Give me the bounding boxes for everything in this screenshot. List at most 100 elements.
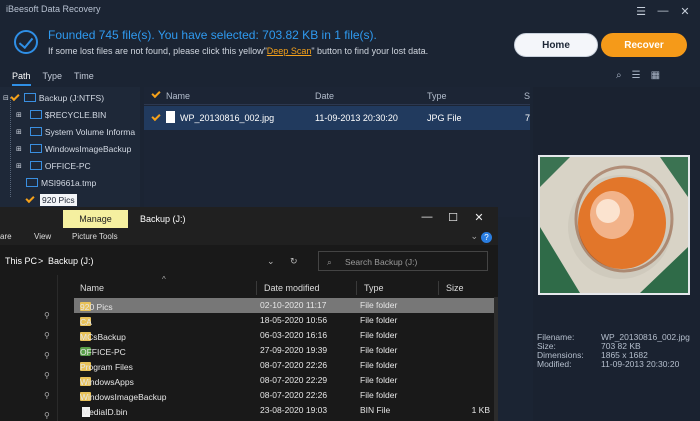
row-size: 1 KB: [471, 405, 490, 415]
search-placeholder: Search Backup (J:): [345, 257, 418, 267]
collapse-icon[interactable]: ⊟: [3, 94, 9, 102]
home-button[interactable]: Home: [514, 33, 598, 57]
select-all-checkbox-icon[interactable]: [151, 88, 161, 99]
column-divider[interactable]: [256, 281, 257, 295]
table-row[interactable]: OFFICE-PC 27-09-2020 19:39 File folder: [74, 343, 494, 358]
tree-item-msi-tmp[interactable]: MSI9661a.tmp: [26, 174, 96, 191]
recover-button[interactable]: Recover: [601, 33, 687, 57]
help-icon[interactable]: ?: [481, 232, 492, 243]
deep-scan-link[interactable]: Deep Scan: [267, 46, 312, 56]
pin-icon[interactable]: ⚲: [44, 411, 50, 420]
pin-icon[interactable]: ⚲: [44, 311, 50, 320]
tree-item-label: OFFICE-PC: [44, 160, 91, 171]
list-tools: ⌕ ☰ ▦: [616, 70, 660, 81]
row-type: File folder: [360, 390, 398, 400]
col-date-modified[interactable]: Date modified: [264, 283, 320, 293]
table-row[interactable]: WindowsImageBackup 08-07-2020 22:26 File…: [74, 388, 494, 403]
tree-item-recycle[interactable]: ⊞ $RECYCLE.BIN: [16, 106, 106, 123]
search-box[interactable]: ⌕ Search Backup (J:): [318, 251, 488, 271]
address-bar[interactable]: This PC > Backup (J:) ⌄ ↻: [0, 251, 310, 271]
row-type: File folder: [360, 315, 398, 325]
row-name: CA: [80, 317, 92, 327]
tree-item-windowsimagebackup[interactable]: ⊞ WindowsImageBackup: [16, 140, 131, 157]
col-type[interactable]: Type: [427, 91, 447, 101]
minimize-icon[interactable]: —: [414, 211, 440, 224]
table-row[interactable]: Program Files 08-07-2020 22:26 File fold…: [74, 358, 494, 373]
tree-item-label: Backup (J:NTFS): [38, 92, 105, 103]
recovered-file-list: Name Date Type S WP_20130816_002.jpg 11-…: [144, 87, 530, 217]
jpg-file-icon: [166, 111, 175, 123]
tree-item-label: System Volume Informa: [44, 126, 136, 137]
file-name: WP_20130816_002.jpg: [180, 113, 275, 123]
tab-time[interactable]: Time: [74, 68, 94, 86]
close-icon[interactable]: ✕: [466, 211, 492, 224]
menu-icon[interactable]: ☰: [630, 2, 652, 20]
crumb-this-pc[interactable]: This PC: [5, 256, 37, 266]
crumb-backup[interactable]: Backup (J:): [48, 256, 94, 266]
tree-item-920-pics[interactable]: 920 Pics: [25, 191, 77, 208]
tab-path[interactable]: Path: [12, 68, 31, 86]
col-name[interactable]: Name: [166, 91, 190, 101]
scrollbar[interactable]: [494, 297, 498, 421]
checkbox-checked-icon[interactable]: [151, 111, 161, 122]
row-name: 920 Pics: [80, 302, 113, 312]
table-row[interactable]: WindowsApps 08-07-2020 22:29 File folder: [74, 373, 494, 388]
table-row[interactable]: MediaID.bin 23-08-2020 19:03 BIN File 1 …: [74, 403, 494, 418]
row-name: MCsBackup: [80, 332, 126, 342]
row-date: 08-07-2020 22:26: [260, 390, 328, 400]
crumb-sep: >: [38, 256, 44, 266]
expand-icon[interactable]: ⊞: [16, 111, 22, 119]
list-view-icon[interactable]: ☰: [632, 70, 641, 81]
file-date: 11-09-2013 20:30:20: [315, 113, 398, 123]
row-type: File folder: [360, 345, 398, 355]
col-type[interactable]: Type: [364, 283, 384, 293]
tab-type[interactable]: Type: [43, 68, 63, 86]
column-divider[interactable]: [438, 281, 439, 295]
row-type: File folder: [360, 300, 398, 310]
view-tabs: Path Type Time: [0, 68, 140, 86]
pin-icon[interactable]: ⚲: [44, 331, 50, 340]
col-name[interactable]: Name: [80, 283, 104, 293]
col-size[interactable]: S: [524, 91, 530, 101]
column-divider[interactable]: [356, 281, 357, 295]
folder-icon: [29, 127, 42, 136]
ribbon-share[interactable]: are: [0, 232, 12, 241]
ribbon-view[interactable]: View: [34, 232, 51, 241]
col-size[interactable]: Size: [446, 283, 464, 293]
maximize-icon[interactable]: ☐: [440, 211, 466, 224]
title-bar: iBeesoft Data Recovery ☰ — ✕: [0, 0, 700, 22]
dropdown-icon[interactable]: ⌄: [267, 256, 275, 267]
explorer-titlebar: Manage Backup (J:) — ☐ ✕ are View Pictur…: [0, 207, 498, 245]
row-name: OFFICE-PC: [80, 347, 126, 357]
table-row[interactable]: 920 Pics 02-10-2020 11:17 File folder: [74, 298, 494, 313]
search-icon[interactable]: ⌕: [616, 70, 622, 81]
folder-icon: [29, 144, 42, 153]
tree-item-root[interactable]: ⊟ Backup (J:NTFS): [3, 89, 104, 106]
expand-icon[interactable]: ⊞: [16, 145, 22, 153]
checkbox-checked-icon[interactable]: [25, 193, 35, 203]
file-explorer-window: Manage Backup (J:) — ☐ ✕ are View Pictur…: [0, 207, 498, 421]
row-date: 18-05-2020 10:56: [260, 315, 328, 325]
grid-view-icon[interactable]: ▦: [651, 70, 660, 81]
tree-item-label: MSI9661a.tmp: [41, 177, 97, 188]
table-row[interactable]: CA 18-05-2020 10:56 File folder: [74, 313, 494, 328]
pin-icon[interactable]: ⚲: [44, 371, 50, 380]
expand-icon[interactable]: ⊞: [16, 162, 22, 170]
expand-icon[interactable]: ⊞: [16, 128, 22, 136]
checkbox-checked-icon[interactable]: [10, 91, 20, 101]
file-row[interactable]: WP_20130816_002.jpg 11-09-2013 20:30:20 …: [144, 106, 530, 130]
tree-item-office-pc[interactable]: ⊞ OFFICE-PC: [16, 157, 91, 174]
refresh-icon[interactable]: ↻: [290, 256, 298, 267]
ribbon-expand-icon[interactable]: ⌄: [470, 231, 478, 242]
search-icon: ⌕: [327, 257, 332, 267]
tree-item-system-volume[interactable]: ⊞ System Volume Informa: [16, 123, 135, 140]
ribbon-picture-tools[interactable]: Picture Tools: [72, 232, 118, 241]
close-icon[interactable]: ✕: [674, 2, 696, 20]
pin-icon[interactable]: ⚲: [44, 391, 50, 400]
row-name: WindowsApps: [80, 377, 134, 387]
pin-icon[interactable]: ⚲: [44, 351, 50, 360]
manage-tab[interactable]: Manage: [63, 210, 128, 228]
minimize-icon[interactable]: —: [652, 2, 674, 20]
col-date[interactable]: Date: [315, 91, 334, 101]
table-row[interactable]: MCsBackup 06-03-2020 16:16 File folder: [74, 328, 494, 343]
